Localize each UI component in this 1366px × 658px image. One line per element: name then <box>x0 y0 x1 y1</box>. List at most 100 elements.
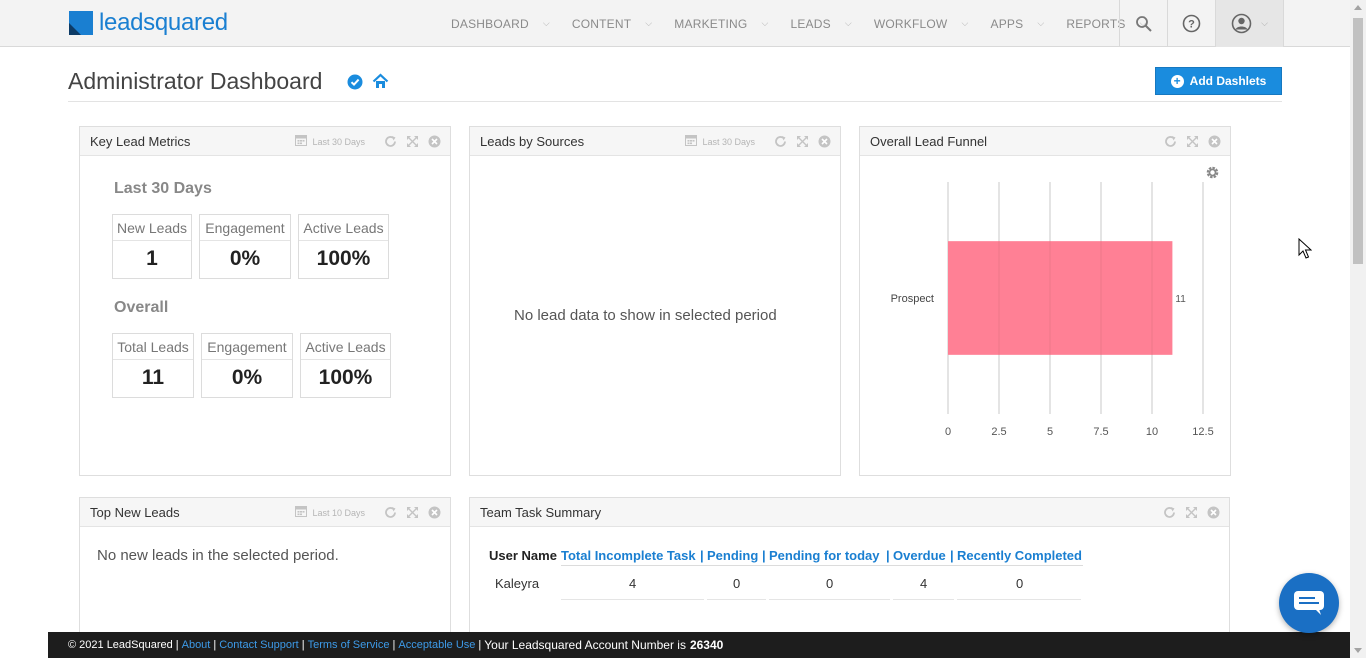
table-cell-pending-today[interactable]: 0 <box>826 576 833 591</box>
table-cell-overdue[interactable]: 4 <box>920 576 927 591</box>
mouse-cursor-icon <box>1298 238 1312 259</box>
leadsquared-logo[interactable]: leadsquared <box>69 11 228 35</box>
close-icon[interactable] <box>818 135 831 148</box>
nav-marketing[interactable]: MARKETING ⌵ <box>674 17 768 31</box>
column-header-total-incomplete[interactable]: Total Incomplete Task <box>561 548 696 563</box>
profile-menu-button[interactable]: ⌵ <box>1216 0 1283 47</box>
scrollbar-thumb[interactable] <box>1353 18 1363 264</box>
chevron-down-icon: ⌵ <box>961 18 969 28</box>
help-button[interactable]: ? <box>1168 0 1215 47</box>
home-icon[interactable] <box>372 73 389 95</box>
dashlet-tools <box>1154 498 1220 527</box>
nav-apps-label: APPS <box>990 16 1024 31</box>
footer-link-acceptable-use[interactable]: Acceptable Use <box>398 639 475 651</box>
top-new-leads-dashlet: Top New Leads Last 10 Days <box>79 497 451 637</box>
scroll-up-arrow-icon[interactable] <box>1354 5 1362 10</box>
close-icon[interactable] <box>1207 506 1220 519</box>
column-header-user-name: User Name <box>489 548 557 563</box>
nav-leads-label: LEADS <box>790 16 831 31</box>
period-label[interactable]: Last 30 Days <box>702 137 755 147</box>
expand-icon[interactable] <box>796 135 809 148</box>
refresh-icon[interactable] <box>1164 135 1177 148</box>
footer-copyright: © 2021 LeadSquared <box>68 639 173 651</box>
page-scrollbar[interactable] <box>1350 0 1366 658</box>
footer-link-about[interactable]: About <box>182 639 211 651</box>
dashlet-tools: Last 10 Days <box>295 498 441 527</box>
table-cell-recently-completed[interactable]: 0 <box>1016 576 1023 591</box>
column-header-overdue[interactable]: Overdue <box>893 548 946 563</box>
footer-link-contact-support[interactable]: Contact Support <box>219 639 299 651</box>
leads-by-sources-dashlet: Leads by Sources Last 30 Days <box>469 126 841 476</box>
dashlet-header: Leads by Sources Last 30 Days <box>470 127 840 156</box>
period-label[interactable]: Last 10 Days <box>312 508 365 518</box>
footer-separator: | <box>213 639 217 651</box>
metric-label: Engagement <box>202 334 292 360</box>
expand-icon[interactable] <box>406 506 419 519</box>
footer-separator: | <box>478 639 482 651</box>
scroll-down-arrow-icon[interactable] <box>1354 648 1362 653</box>
dashlet-title: Team Task Summary <box>480 504 602 520</box>
nav-content[interactable]: CONTENT ⌵ <box>572 17 652 31</box>
table-cell-pending[interactable]: 0 <box>733 576 740 591</box>
column-separator: | <box>886 548 890 563</box>
dashlet-header: Team Task Summary <box>470 498 1229 527</box>
metric-value: 11 <box>141 366 165 389</box>
dashlet-header: Top New Leads Last 10 Days <box>80 498 450 527</box>
nav-workflow[interactable]: WORKFLOW ⌵ <box>874 17 969 31</box>
table-row-divider <box>561 599 704 600</box>
x-tick-label: 2.5 <box>991 426 1006 438</box>
metric-value: 100% <box>316 247 371 270</box>
period-label[interactable]: Last 30 Days <box>312 137 365 147</box>
column-header-pending-today[interactable]: Pending for today <box>769 548 880 563</box>
metric-value: 1 <box>146 247 158 270</box>
table-header-underline <box>561 565 1083 566</box>
column-header-pending[interactable]: Pending <box>707 548 758 563</box>
nav-leads[interactable]: LEADS ⌵ <box>790 17 851 31</box>
funnel-bar[interactable] <box>948 241 1173 355</box>
calendar-icon[interactable] <box>295 133 308 151</box>
refresh-icon[interactable] <box>384 506 397 519</box>
column-separator: | <box>700 548 704 563</box>
add-dashlets-label: Add Dashlets <box>1189 74 1267 88</box>
nav-apps[interactable]: APPS ⌵ <box>991 17 1045 31</box>
search-icon <box>1135 15 1152 32</box>
lead-funnel-chart: 0 2.5 5 7.5 10 12.5 Prospect 11 <box>891 182 1214 438</box>
page-title: Administrator Dashboard <box>68 68 323 94</box>
column-separator: | <box>762 548 766 563</box>
refresh-icon[interactable] <box>774 135 787 148</box>
close-icon[interactable] <box>1208 135 1221 148</box>
footer-link-terms[interactable]: Terms of Service <box>308 639 390 651</box>
dashlet-title: Leads by Sources <box>480 133 585 149</box>
footer-account-text: Your Leadsquared Account Number is <box>484 638 686 652</box>
footer-account-number: 26340 <box>689 638 724 652</box>
table-cell-total-incomplete[interactable]: 4 <box>629 576 636 591</box>
nav-reports-label: REPORTS <box>1066 16 1126 31</box>
calendar-icon[interactable] <box>295 504 308 522</box>
refresh-icon[interactable] <box>1163 506 1176 519</box>
calendar-icon[interactable] <box>685 133 698 151</box>
main-nav: DASHBOARD ⌵ CONTENT ⌵ MARKETING ⌵ LEADS ⌵ WO… <box>440 0 1158 47</box>
expand-icon[interactable] <box>1186 135 1199 148</box>
expand-icon[interactable] <box>1185 506 1198 519</box>
column-header-recently-completed[interactable]: Recently Completed <box>957 548 1082 563</box>
dashlet-header: Key Lead Metrics Last 30 Days <box>80 127 450 156</box>
metric-value: 0% <box>231 366 263 389</box>
dashlet-title: Overall Lead Funnel <box>870 133 988 149</box>
refresh-icon[interactable] <box>384 135 397 148</box>
close-icon[interactable] <box>428 135 441 148</box>
metrics-overall-heading: Overall <box>114 299 169 316</box>
header-divider <box>68 101 1282 102</box>
expand-icon[interactable] <box>406 135 419 148</box>
dashlet-tools: Last 30 Days <box>295 127 441 156</box>
footer: © 2021 LeadSquared | About | Contact Sup… <box>48 632 1350 658</box>
metric-active-leads-overall: Active Leads 100% <box>300 333 391 398</box>
x-tick-label: 12.5 <box>1192 426 1213 438</box>
table-row-divider <box>707 599 766 600</box>
search-button[interactable] <box>1120 0 1167 47</box>
nav-dashboard[interactable]: DASHBOARD ⌵ <box>451 17 550 31</box>
chat-widget-button[interactable] <box>1279 573 1339 633</box>
add-dashlets-button[interactable]: + Add Dashlets <box>1155 67 1282 95</box>
verified-check-icon[interactable] <box>347 74 363 95</box>
table-cell-user[interactable]: Kaleyra <box>495 576 539 591</box>
close-icon[interactable] <box>428 506 441 519</box>
